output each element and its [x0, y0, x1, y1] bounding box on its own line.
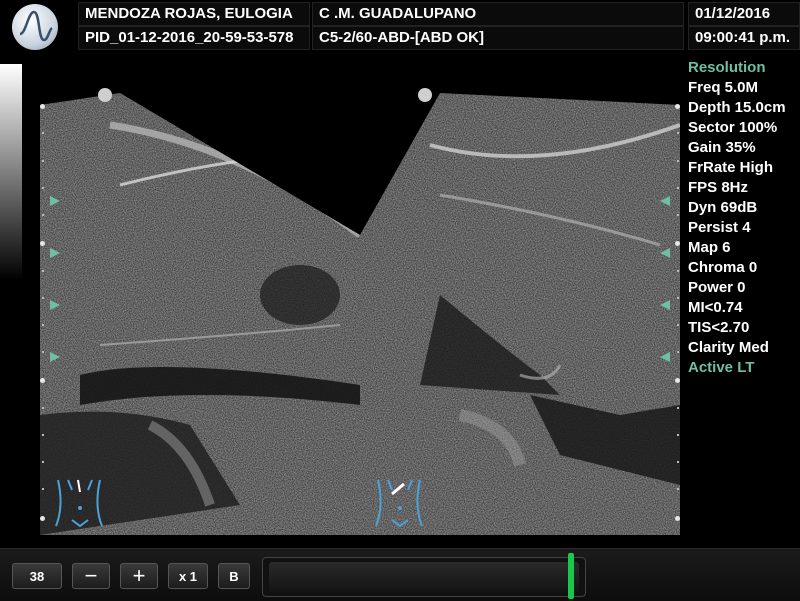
- param-persist-4: Persist 4: [688, 219, 751, 236]
- param-active-lt[interactable]: Active LT: [688, 358, 800, 378]
- exam-time: 09:00:41 p.m.: [688, 26, 800, 50]
- increase-button[interactable]: +: [120, 563, 158, 589]
- depth-tick: [42, 461, 44, 463]
- focus-marker-icon[interactable]: [50, 352, 60, 362]
- cine-slider-thumb[interactable]: [567, 553, 574, 599]
- orientation-marker-icon: [418, 88, 432, 102]
- depth-tick: [42, 324, 44, 326]
- body-mark-icon[interactable]: [372, 476, 436, 528]
- focus-marker-icon[interactable]: [660, 300, 670, 310]
- ultrasound-image-left[interactable]: [40, 85, 360, 535]
- depth-tick: [42, 270, 44, 272]
- patient-id: PID_01-12-2016_20-59-53-578: [78, 26, 310, 50]
- depth-tick: [677, 351, 679, 353]
- depth-tick: [677, 270, 679, 272]
- depth-tick: [42, 160, 44, 162]
- value-field-button[interactable]: 38: [12, 563, 62, 589]
- depth-tick: [677, 160, 679, 162]
- focus-marker-icon[interactable]: [50, 300, 60, 310]
- depth-marker: [40, 516, 45, 521]
- decrease-button[interactable]: −: [72, 563, 110, 589]
- depth-tick: [677, 434, 679, 436]
- probe-preset: C5-2/60-ABD-[ABD OK]: [312, 26, 684, 50]
- depth-tick: [42, 187, 44, 189]
- param-depth-15-0cm: Depth 15.0cm: [688, 99, 786, 116]
- depth-tick: [677, 187, 679, 189]
- depth-tick: [42, 351, 44, 353]
- param-frrate-high: FrRate High: [688, 159, 774, 176]
- depth-tick: [677, 324, 679, 326]
- depth-marker: [40, 104, 45, 109]
- depth-tick: [677, 407, 679, 409]
- institution-name: C .M. GUADALUPANO: [312, 2, 684, 26]
- body-mark-icon[interactable]: [52, 476, 116, 528]
- param-resolution[interactable]: Resolution: [688, 58, 800, 78]
- depth-tick: [42, 488, 44, 490]
- app-logo-icon: [12, 4, 58, 50]
- param-clarity-med: Clarity Med: [688, 339, 769, 356]
- depth-tick: [677, 461, 679, 463]
- depth-tick: [42, 434, 44, 436]
- depth-marker: [675, 104, 680, 109]
- exam-date: 01/12/2016: [688, 2, 800, 26]
- param-tis-2-70: TIS<2.70: [688, 319, 750, 336]
- param-freq-5-0m: Freq 5.0M: [688, 79, 759, 96]
- zoom-button[interactable]: x 1: [168, 563, 208, 589]
- depth-marker: [40, 241, 45, 246]
- param-dyn-69db: Dyn 69dB: [688, 199, 758, 216]
- header-bar: MENDOZA ROJAS, EULOGIA PID_01-12-2016_20…: [0, 0, 800, 52]
- depth-marker: [675, 241, 680, 246]
- depth-tick: [42, 132, 44, 134]
- cine-slider-track: [269, 562, 579, 592]
- depth-tick: [677, 488, 679, 490]
- focus-marker-icon[interactable]: [50, 196, 60, 206]
- param-mi-0-74: MI<0.74: [688, 299, 743, 316]
- imaging-parameters-panel: Resolution Freq 5.0M Depth 15.0cm Sector 10…: [688, 58, 800, 378]
- depth-tick: [42, 407, 44, 409]
- ultrasound-image-right[interactable]: [360, 85, 680, 535]
- control-bar: 38 − + x 1 B: [0, 548, 800, 601]
- depth-marker: [675, 516, 680, 521]
- focus-marker-icon[interactable]: [660, 196, 670, 206]
- param-fps-8hz: FPS 8Hz: [688, 179, 749, 196]
- param-power-0: Power 0: [688, 279, 746, 296]
- param-chroma-0: Chroma 0: [688, 259, 758, 276]
- depth-marker: [40, 378, 45, 383]
- depth-tick: [677, 132, 679, 134]
- param-sector-100: Sector 100%: [688, 119, 778, 136]
- grayscale-bar: [0, 64, 22, 280]
- param-gain-35: Gain 35%: [688, 139, 756, 156]
- param-map-6: Map 6: [688, 239, 731, 256]
- cine-slider[interactable]: [262, 557, 586, 597]
- depth-tick: [42, 297, 44, 299]
- orientation-marker-icon: [98, 88, 112, 102]
- focus-marker-icon[interactable]: [660, 248, 670, 258]
- focus-marker-icon[interactable]: [660, 352, 670, 362]
- b-mode-button[interactable]: B: [218, 563, 250, 589]
- patient-name: MENDOZA ROJAS, EULOGIA: [78, 2, 310, 26]
- depth-tick: [42, 214, 44, 216]
- depth-marker: [675, 378, 680, 383]
- depth-tick: [677, 214, 679, 216]
- depth-tick: [677, 297, 679, 299]
- focus-marker-icon[interactable]: [50, 248, 60, 258]
